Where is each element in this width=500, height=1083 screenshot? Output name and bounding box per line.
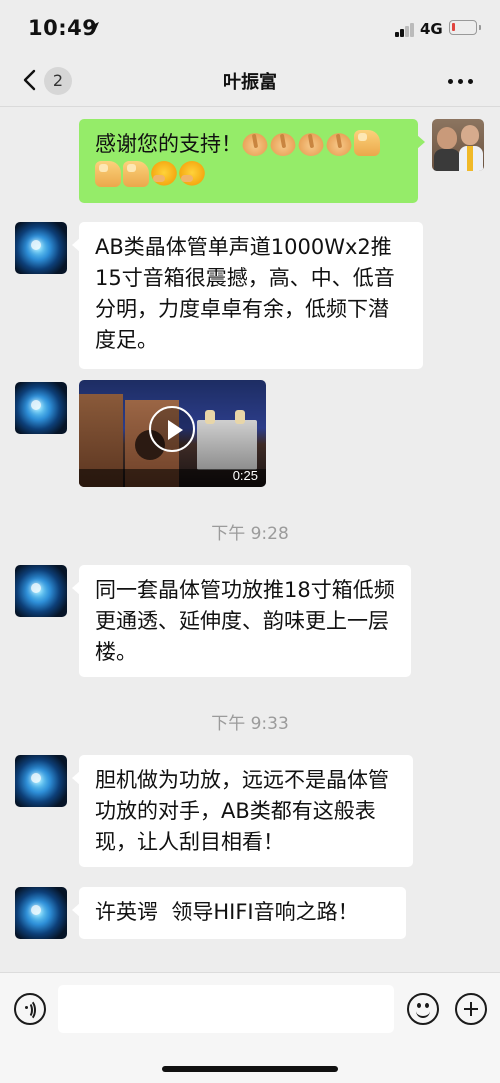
message-input[interactable] <box>58 985 394 1033</box>
message-bubble-outgoing[interactable]: 感谢您的支持！ <box>79 119 425 203</box>
battery-icon <box>449 20 481 35</box>
avatar-contact[interactable] <box>15 887 67 939</box>
message-bubble-incoming[interactable]: 许英谔 领导HIFI音响之路！ <box>72 887 406 939</box>
message-bubble-incoming[interactable]: 胆机做为功放，远远不是晶体管功放的对手，AB类都有这般表现，让人刮目相看！ <box>72 755 413 867</box>
status-time: 10:49 <box>28 16 98 40</box>
timestamp-label: 下午 9:33 <box>211 714 289 734</box>
thumbs-up-emoji-icon <box>354 130 380 156</box>
avatar-contact[interactable] <box>15 755 67 807</box>
more-functions-button[interactable] <box>455 993 487 1025</box>
unread-count-badge: 2 <box>44 67 72 95</box>
more-options-button[interactable] <box>446 68 476 92</box>
emoji-button[interactable] <box>407 993 439 1025</box>
folded-hands-emoji-icon <box>326 130 352 156</box>
message-list[interactable]: 感谢您的支持！ AB类晶体管单声道1000Wx2推15寸音箱很震撼，高、中、低音… <box>0 107 500 972</box>
thumbs-up-emoji-icon <box>95 161 121 187</box>
play-icon[interactable] <box>149 406 195 452</box>
chat-title: 叶振富 <box>223 72 277 93</box>
network-type: 4G <box>420 20 443 38</box>
folded-hands-emoji-icon <box>298 130 324 156</box>
message-text: 胆机做为功放，远远不是晶体管功放的对手，AB类都有这般表现，让人刮目相看！ <box>95 768 389 854</box>
thumbs-up-emoji-icon <box>123 161 149 187</box>
message-text: 同一套晶体管功放推18寸箱低频更通透、延伸度、韵味更上一层楼。 <box>95 578 395 664</box>
chat-header: 2 叶振富 <box>0 56 500 107</box>
video-message[interactable]: 0:25 <box>79 380 266 487</box>
folded-hands-emoji-icon <box>242 130 268 156</box>
hugging-face-emoji-icon <box>151 161 177 187</box>
location-arrow-icon <box>89 22 99 32</box>
home-indicator[interactable] <box>162 1066 338 1072</box>
cellular-signal-icon <box>395 23 417 37</box>
avatar-contact[interactable] <box>15 382 67 434</box>
avatar-self[interactable] <box>432 119 484 171</box>
message-text: 感谢您的支持！ <box>95 132 242 156</box>
avatar-contact[interactable] <box>15 565 67 617</box>
message-text: 许英谔 领导HIFI音响之路！ <box>95 900 359 924</box>
timestamp-label: 下午 9:28 <box>211 524 289 544</box>
voice-input-button[interactable] <box>14 993 46 1025</box>
status-bar: 10:49 4G <box>0 0 500 56</box>
message-bubble-incoming[interactable]: 同一套晶体管功放推18寸箱低频更通透、延伸度、韵味更上一层楼。 <box>72 565 411 677</box>
back-button[interactable]: 2 <box>20 65 80 97</box>
hugging-face-emoji-icon <box>179 161 205 187</box>
chevron-left-icon <box>23 69 36 91</box>
video-duration: 0:25 <box>232 468 258 483</box>
folded-hands-emoji-icon <box>270 130 296 156</box>
message-bubble-incoming[interactable]: AB类晶体管单声道1000Wx2推15寸音箱很震撼，高、中、低音分明，力度卓卓有… <box>72 222 423 369</box>
message-text: AB类晶体管单声道1000Wx2推15寸音箱很震撼，高、中、低音分明，力度卓卓有… <box>95 235 395 352</box>
avatar-contact[interactable] <box>15 222 67 274</box>
